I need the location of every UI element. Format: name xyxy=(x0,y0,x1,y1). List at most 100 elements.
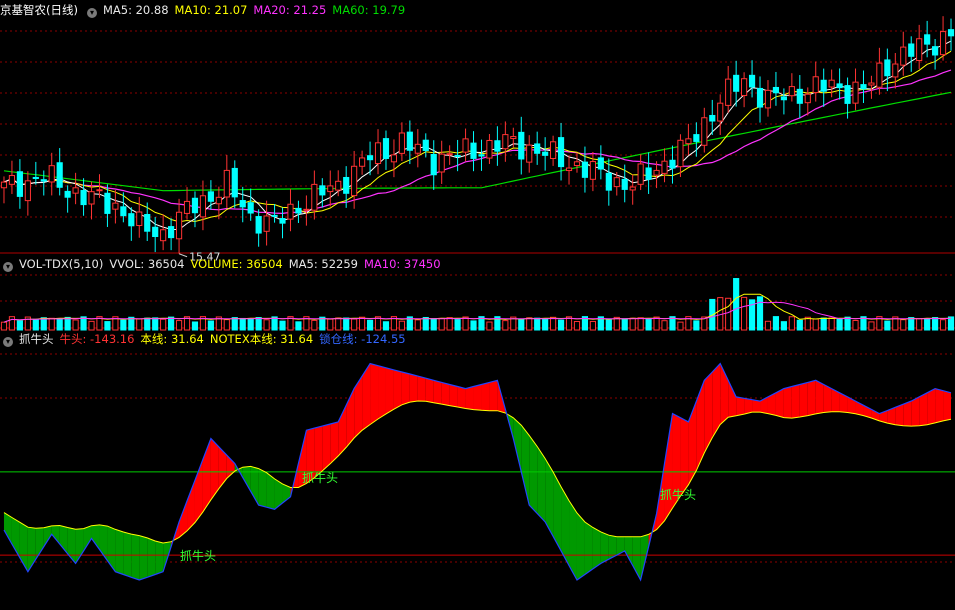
indicator-fill xyxy=(489,380,498,411)
candle-body xyxy=(494,140,501,152)
indicator-fill xyxy=(680,417,689,497)
candle-body xyxy=(255,216,262,234)
volume-bar xyxy=(733,278,740,331)
indicator-fill xyxy=(775,388,784,418)
signal-label: 抓牛头 xyxy=(660,487,696,502)
indicator-fill xyxy=(728,380,737,418)
candle-body xyxy=(892,63,899,78)
volume-bar xyxy=(168,316,175,331)
candle-body xyxy=(398,132,405,154)
candle-body xyxy=(311,183,318,211)
candle-body xyxy=(247,202,254,214)
volume-bar xyxy=(231,317,238,331)
candle-body xyxy=(175,211,183,240)
volume-bar xyxy=(343,317,350,331)
notex-value: NOTEX本线: 31.64 xyxy=(209,332,314,346)
candle-body xyxy=(605,172,612,191)
candle-body xyxy=(16,171,23,197)
candle-body xyxy=(924,34,931,45)
ma20-line xyxy=(3,69,952,215)
volume-bar xyxy=(454,319,461,331)
candle-body xyxy=(637,163,644,185)
volume-bar xyxy=(56,318,63,331)
volume-bar xyxy=(621,318,628,331)
niutou-value: 牛头: -143.16 xyxy=(59,332,135,346)
indicator-fill xyxy=(139,535,148,581)
candle-body xyxy=(231,167,238,198)
candle-body xyxy=(573,161,581,167)
volume-bar xyxy=(844,316,851,331)
candle-body xyxy=(438,153,445,173)
candle-body xyxy=(613,177,620,188)
indicator-fill xyxy=(576,512,585,581)
indicator-fill xyxy=(537,446,546,522)
volume-bar xyxy=(605,319,612,331)
candle-body xyxy=(876,62,883,88)
indicator-fill xyxy=(529,435,538,514)
candle-body xyxy=(685,138,692,145)
collapse-icon[interactable]: ▾ xyxy=(3,337,13,347)
collapse-icon[interactable]: ▾ xyxy=(86,8,97,18)
indicator-fill xyxy=(147,537,156,578)
indicator-fill xyxy=(815,380,824,414)
candle-body xyxy=(565,167,573,172)
candle-body xyxy=(916,38,923,61)
volume-bar xyxy=(788,316,795,331)
indicator-fill xyxy=(473,384,482,411)
candle-body xyxy=(295,207,302,214)
candle-body xyxy=(351,165,358,197)
stock-chart[interactable]: 15.47抓牛头抓牛头抓牛头 xyxy=(0,0,955,610)
candle-body xyxy=(32,176,39,179)
volume-bar xyxy=(239,317,246,331)
candle-body xyxy=(327,185,334,193)
volume-bar xyxy=(884,320,891,331)
price-title: 京基智农(日线) xyxy=(0,3,78,17)
indicator-fill xyxy=(664,413,673,521)
volume-bar xyxy=(430,318,437,331)
candle-body xyxy=(0,181,8,189)
indicator-fill xyxy=(799,382,808,418)
volume-bar xyxy=(223,319,230,331)
indicator-fill xyxy=(943,390,952,421)
volume-bar xyxy=(502,320,509,331)
candle-body xyxy=(502,134,509,150)
candle-body xyxy=(812,76,819,94)
candle-body xyxy=(542,151,549,156)
volume-bar xyxy=(796,319,803,331)
candle-body xyxy=(534,143,541,154)
indicator-fill xyxy=(258,468,267,508)
candle-body xyxy=(621,178,628,190)
candle-body xyxy=(550,141,557,159)
vol-ma10-value: MA10: 37450 xyxy=(363,257,441,271)
volume-bar xyxy=(932,317,939,331)
candle-body xyxy=(335,180,342,191)
candle-body xyxy=(510,136,517,140)
indicator-fill xyxy=(481,382,490,411)
candle-body xyxy=(868,82,875,86)
collapse-icon[interactable]: ▾ xyxy=(3,262,13,272)
volume-bar xyxy=(382,321,390,331)
candle-body xyxy=(343,176,350,194)
indicator-fill xyxy=(425,378,434,403)
volume-bar xyxy=(335,317,342,331)
candle-body xyxy=(733,74,740,92)
candle-body xyxy=(725,78,732,106)
candle-body xyxy=(430,154,437,176)
candle-body xyxy=(486,139,493,159)
candle-body xyxy=(820,79,827,92)
candle-body xyxy=(709,114,716,122)
candle-body xyxy=(454,154,461,157)
candle-body xyxy=(303,208,310,211)
candle-body xyxy=(844,85,851,104)
volume-bar xyxy=(693,320,700,331)
volume-value: VOLUME: 36504 xyxy=(190,257,283,271)
candle-body xyxy=(446,153,453,156)
candle-body xyxy=(939,31,947,56)
volume-bar xyxy=(295,321,302,331)
candle-body xyxy=(64,190,71,198)
indicator-fill xyxy=(441,382,450,406)
volume-bar xyxy=(916,318,923,331)
volume-bar xyxy=(327,318,334,331)
volume-bar xyxy=(924,318,931,331)
volume-bar xyxy=(550,316,557,331)
